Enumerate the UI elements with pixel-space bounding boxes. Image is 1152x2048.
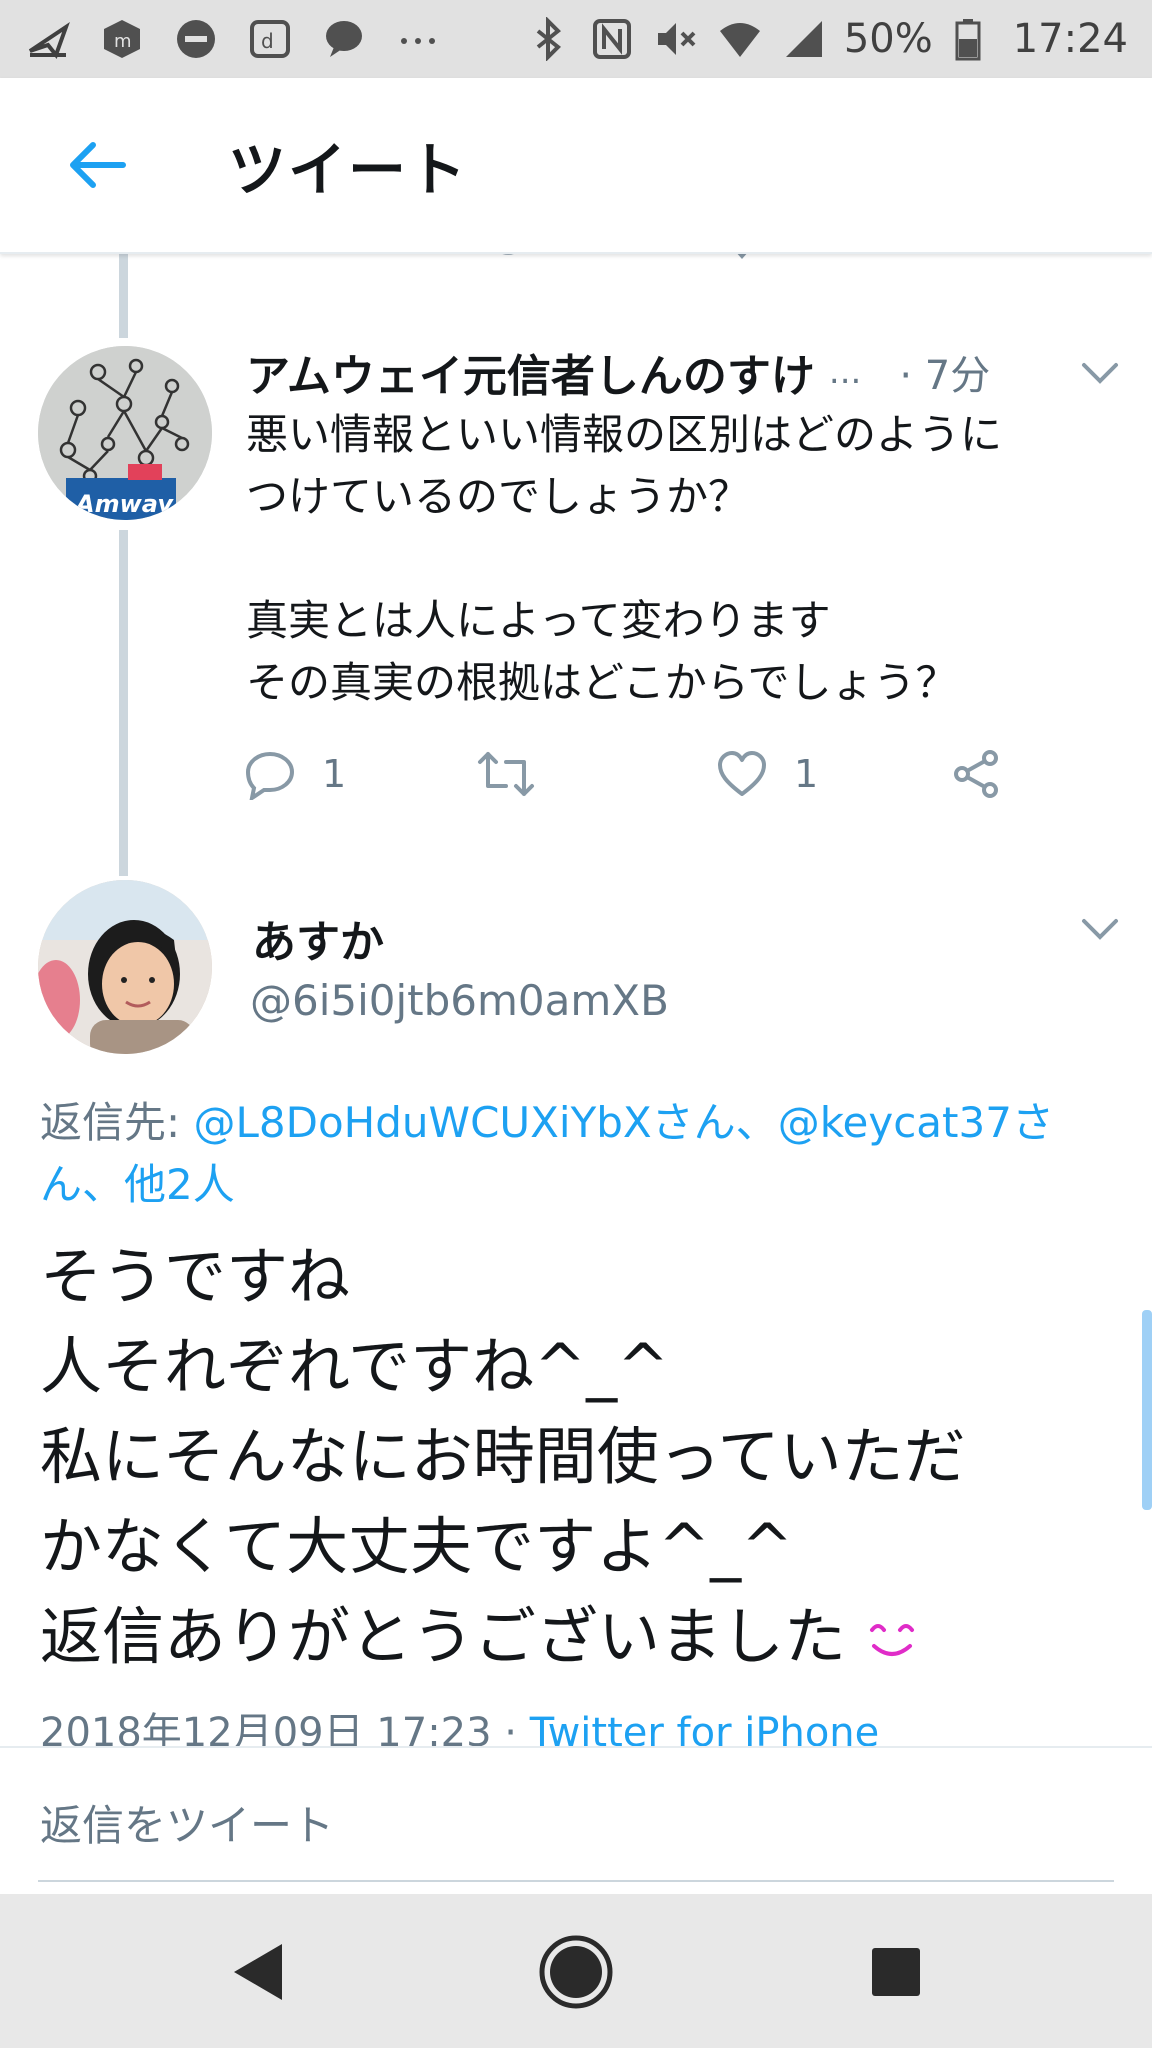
chat-bubble-icon	[320, 15, 368, 63]
reply-separator: 、	[82, 1160, 125, 1209]
main-tweet-body: そうですね 人それぞれですね^_^ 私にそんなにお時間使っていただ かなくて大丈…	[40, 1240, 966, 1673]
more-icon	[394, 15, 442, 63]
reply-input-underline	[38, 1880, 1114, 1882]
status-bar: m d 50% 17:24	[0, 0, 1152, 78]
navigation-bar	[0, 1894, 1152, 2048]
name-ellipsis: ...	[828, 352, 862, 392]
nav-back-button[interactable]	[218, 1932, 298, 2012]
like-count: 1	[794, 752, 819, 796]
avatar-logo-text: Amway	[74, 490, 174, 518]
avatar-parent[interactable]: Amway	[38, 346, 212, 520]
parent-tweet-text: 悪い情報といい情報の区別はどのように つけているのでしょうか？ 真実とは人によっ…	[246, 410, 1003, 707]
retweet-icon	[478, 752, 534, 796]
svg-text:m: m	[114, 31, 132, 52]
nav-recents-button[interactable]	[856, 1932, 936, 2012]
parent-timestamp: · 7分	[899, 353, 991, 399]
paper-plane-icon	[24, 15, 72, 63]
main-display-name[interactable]: あすか	[252, 906, 384, 970]
share-button[interactable]	[950, 748, 1002, 800]
clock: 17:24	[1012, 16, 1128, 62]
nav-recents-icon	[872, 1948, 920, 1996]
reply-button[interactable]: 1	[244, 748, 346, 800]
parent-tweet-header: アムウェイ元信者しんのすけ ... · 7分	[246, 340, 1126, 404]
svg-text:d: d	[261, 29, 274, 53]
parent-tweet-actions: 1 1	[244, 748, 1064, 812]
back-arrow-icon	[70, 142, 126, 188]
reply-icon	[245, 751, 295, 800]
like-button[interactable]: 1	[716, 748, 818, 800]
reply-bar: 返信をツイート	[0, 1746, 1152, 1894]
share-icon	[954, 750, 998, 798]
mute-icon	[652, 15, 700, 63]
reply-input[interactable]: 返信をツイート	[40, 1792, 334, 1853]
d-app-icon: d	[246, 15, 294, 63]
back-button[interactable]	[42, 110, 152, 220]
main-handle[interactable]: @6i5i0jtb6m0amXB	[250, 976, 669, 1025]
nav-back-icon	[234, 1944, 282, 2000]
thread-line-top	[119, 254, 128, 338]
reply-others-link[interactable]: 他2人	[124, 1160, 235, 1209]
do-not-disturb-icon	[172, 15, 220, 63]
chevron-down-icon[interactable]	[1080, 357, 1120, 387]
reply-prefix: 返信先:	[40, 1098, 194, 1147]
heart-icon	[718, 751, 766, 796]
reply-count: 1	[322, 752, 347, 796]
app-bar: ツイート	[0, 78, 1152, 254]
parent-display-name[interactable]: アムウェイ元信者しんのすけ	[246, 340, 815, 404]
chevron-down-icon[interactable]	[1080, 913, 1120, 943]
nfc-icon	[588, 15, 636, 63]
reply-separator: 、	[735, 1098, 778, 1147]
mcafee-icon: m	[98, 15, 146, 63]
avatar-main[interactable]	[38, 880, 212, 1054]
battery-icon	[949, 15, 997, 63]
reply-mention-link[interactable]: @L8DoHduWCUXiYbXさん	[194, 1098, 736, 1147]
scrollbar[interactable]	[1142, 1310, 1152, 1510]
battery-percentage: 50%	[843, 16, 933, 62]
retweet-button[interactable]	[476, 748, 536, 800]
wifi-icon	[716, 15, 764, 63]
replying-to: 返信先: @L8DoHduWCUXiYbXさん、@keycat37さん、他2人	[40, 1092, 1090, 1216]
nav-home-button[interactable]	[536, 1932, 616, 2012]
page-title: ツイート	[228, 136, 469, 204]
signal-icon	[780, 15, 828, 63]
main-tweet-text: そうですね 人それぞれですね^_^ 私にそんなにお時間使っていただ かなくて大丈…	[40, 1232, 1120, 1682]
thread-line-middle	[119, 530, 128, 876]
bluetooth-icon	[524, 15, 572, 63]
nav-home-icon	[539, 1935, 613, 2009]
smiling-face-emoji-icon	[870, 1623, 915, 1656]
